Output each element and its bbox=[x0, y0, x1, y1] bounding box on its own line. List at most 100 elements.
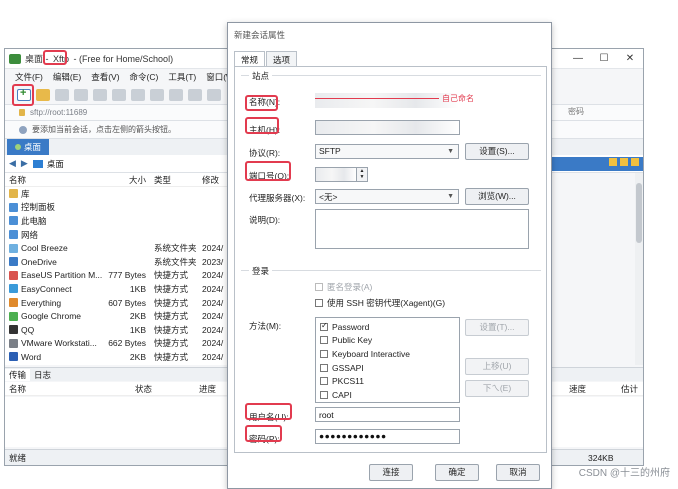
port-field[interactable] bbox=[315, 167, 357, 182]
tab-general[interactable]: 常规 bbox=[234, 51, 266, 66]
table-row[interactable]: EasyConnect 1KB 快捷方式 2024/ bbox=[5, 282, 230, 296]
folder-icon[interactable] bbox=[620, 158, 628, 166]
connect-button[interactable]: 连接 bbox=[369, 464, 413, 481]
file-name-text: Cool Breeze bbox=[21, 243, 68, 254]
auth-method-item[interactable]: GSSAPI bbox=[320, 361, 463, 375]
file-icon bbox=[9, 298, 18, 308]
auth-method-item[interactable]: CAPI bbox=[320, 388, 463, 402]
tab-local-desktop[interactable]: 桌面 bbox=[7, 139, 50, 155]
minimize-button[interactable]: — bbox=[565, 49, 591, 69]
table-row[interactable]: EaseUS Partition M... 777 Bytes 快捷方式 2024/ bbox=[5, 269, 230, 283]
copy-icon[interactable] bbox=[131, 88, 145, 101]
ok-button[interactable]: 确定 bbox=[435, 464, 479, 481]
auth-method-label: Keyboard Interactive bbox=[332, 348, 410, 359]
password-field[interactable]: ●●●●●●●●●●●● bbox=[315, 429, 460, 444]
highlight-username-label bbox=[245, 403, 292, 420]
proxy-browse-button[interactable]: 浏览(W)... bbox=[465, 188, 529, 205]
settings-icon[interactable] bbox=[207, 88, 221, 101]
menu-file[interactable]: 文件(F) bbox=[15, 71, 43, 83]
move-down-button[interactable]: 下ㄟ(E) bbox=[465, 380, 529, 397]
menu-tools[interactable]: 工具(T) bbox=[168, 71, 196, 83]
window-controls: — ☐ ✕ bbox=[565, 49, 643, 69]
col-modified[interactable]: 修改 bbox=[202, 174, 230, 186]
disconnect-icon[interactable] bbox=[74, 88, 88, 101]
method-settings-button[interactable]: 设置(T)... bbox=[465, 319, 529, 336]
description-field[interactable] bbox=[315, 209, 529, 249]
file-name: 控制面板 bbox=[5, 201, 105, 213]
table-row[interactable]: 此电脑 bbox=[5, 214, 230, 228]
auth-method-list[interactable]: Password Public Key Keyboard Interactive GS… bbox=[315, 317, 460, 403]
file-name-text: EasyConnect bbox=[21, 283, 72, 294]
col-name[interactable]: 名称 bbox=[5, 174, 105, 186]
dropdown-icon[interactable] bbox=[609, 158, 617, 166]
name-field[interactable] bbox=[315, 93, 459, 108]
transfer-col-name[interactable]: 名称 bbox=[5, 383, 135, 395]
tab-transfer[interactable]: 传输 bbox=[5, 368, 31, 381]
checkbox-box bbox=[320, 377, 328, 386]
file-name-text: VMware Workstati... bbox=[21, 338, 97, 349]
maximize-button[interactable]: ☐ bbox=[591, 49, 617, 69]
transfer-col-speed[interactable]: 速度 bbox=[569, 383, 621, 395]
table-row[interactable]: 网络 bbox=[5, 228, 230, 242]
proxy-select[interactable]: <无> ▼ bbox=[315, 189, 459, 204]
anonymous-checkbox[interactable]: 匿名登录(A) bbox=[315, 281, 372, 293]
table-row[interactable]: Cool Breeze 系统文件夹 2024/ bbox=[5, 241, 230, 255]
port-stepper[interactable]: ▲ ▼ bbox=[356, 167, 368, 182]
file-name-text: Word bbox=[21, 351, 42, 362]
file-name: 此电脑 bbox=[5, 215, 105, 227]
auth-method-item[interactable]: Public Key bbox=[320, 334, 463, 348]
col-size[interactable]: 大小 bbox=[105, 174, 150, 186]
open-folder-icon[interactable] bbox=[36, 88, 50, 101]
cancel-button[interactable]: 取消 bbox=[496, 464, 540, 481]
host-field[interactable] bbox=[315, 120, 460, 135]
file-icon bbox=[9, 311, 18, 321]
sync-icon[interactable] bbox=[188, 88, 202, 101]
path-text[interactable]: 桌面 bbox=[47, 158, 64, 170]
auth-method-item[interactable]: Keyboard Interactive bbox=[320, 347, 463, 361]
view-icon[interactable] bbox=[112, 88, 126, 101]
file-name-text: Everything bbox=[21, 297, 62, 308]
protocol-select[interactable]: SFTP ▼ bbox=[315, 144, 459, 159]
back-arrow-icon[interactable]: ◀ bbox=[9, 158, 16, 169]
forward-arrow-icon[interactable]: ▶ bbox=[21, 158, 28, 169]
file-type: 快捷方式 bbox=[154, 324, 189, 335]
auth-method-item[interactable]: Password bbox=[320, 320, 463, 334]
auth-method-label: Public Key bbox=[332, 335, 373, 346]
refresh-icon[interactable] bbox=[93, 88, 107, 101]
file-size: 662 Bytes bbox=[108, 338, 146, 349]
connect-icon[interactable] bbox=[55, 88, 69, 101]
auth-method-label: GSSAPI bbox=[332, 362, 364, 373]
tab-options[interactable]: 选项 bbox=[266, 51, 298, 66]
table-row[interactable]: Word 2KB 快捷方式 2024/ bbox=[5, 350, 230, 364]
auth-method-item[interactable]: PKCS11 bbox=[320, 374, 463, 388]
menu-edit[interactable]: 编辑(E) bbox=[53, 71, 81, 83]
table-row[interactable]: QQ 1KB 快捷方式 2024/ bbox=[5, 323, 230, 337]
table-row[interactable]: 控制面板 bbox=[5, 201, 230, 215]
menu-command[interactable]: 命令(C) bbox=[130, 71, 159, 83]
table-row[interactable]: Google Chrome 2KB 快捷方式 2024/ bbox=[5, 309, 230, 323]
paste-icon[interactable] bbox=[150, 88, 164, 101]
watermark: CSDN @十三的州府 bbox=[578, 468, 670, 479]
transfer-col-eta[interactable]: 估计 bbox=[621, 383, 638, 395]
col-type[interactable]: 类型 bbox=[150, 174, 202, 186]
menu-view[interactable]: 查看(V) bbox=[91, 71, 119, 83]
refresh-icon[interactable] bbox=[631, 158, 639, 166]
transfer-col-status[interactable]: 状态 bbox=[135, 383, 199, 395]
checkbox-box bbox=[320, 363, 328, 372]
close-button[interactable]: ✕ bbox=[617, 49, 643, 69]
username-field[interactable] bbox=[315, 407, 460, 422]
address-text: sftp://root:11689 bbox=[30, 108, 88, 117]
file-name: 网络 bbox=[5, 229, 105, 241]
properties-icon[interactable] bbox=[169, 88, 183, 101]
protocol-settings-button[interactable]: 设置(S)... bbox=[465, 143, 529, 160]
move-up-button[interactable]: 上移(U) bbox=[465, 358, 529, 375]
table-row[interactable]: 库 bbox=[5, 187, 230, 201]
file-name-text: 库 bbox=[21, 188, 30, 199]
file-icon bbox=[9, 257, 18, 267]
checkbox-box bbox=[320, 321, 328, 331]
agent-checkbox[interactable]: 使用 SSH 密钥代理(Xagent)(G) bbox=[315, 297, 445, 309]
table-row[interactable]: Everything 607 Bytes 快捷方式 2024/ bbox=[5, 296, 230, 310]
tab-log[interactable]: 日志 bbox=[30, 369, 55, 381]
table-row[interactable]: OneDrive 系统文件夹 2023/ bbox=[5, 255, 230, 269]
table-row[interactable]: VMware Workstati... 662 Bytes 快捷方式 2024/ bbox=[5, 337, 230, 351]
